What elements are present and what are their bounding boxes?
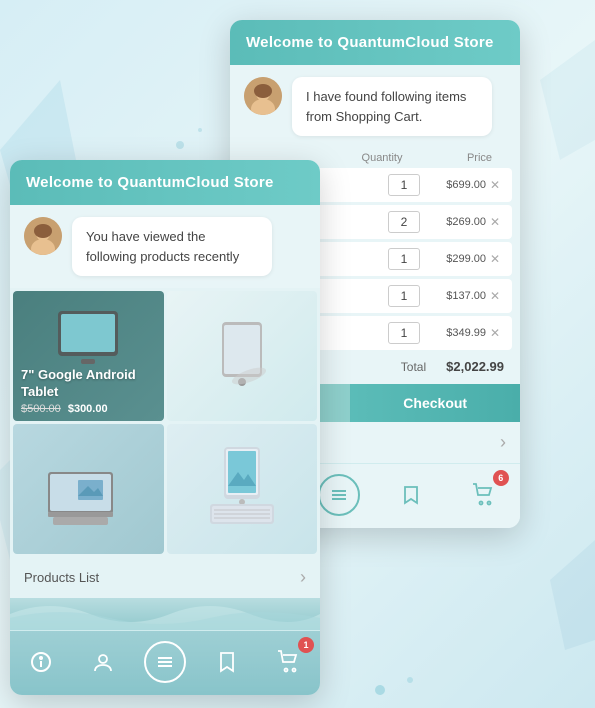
price-header: Price — [422, 152, 492, 164]
chevron-right-icon: › — [500, 432, 506, 453]
menu-nav-icon[interactable] — [318, 474, 360, 516]
total-amount: $2,022.99 — [446, 359, 504, 374]
left-panel-header: Welcome to QuantumCloud Store — [10, 160, 320, 205]
cart-badge-left: 1 — [298, 637, 314, 653]
bookmark-nav-icon[interactable] — [390, 474, 432, 516]
product-card-ipad-air[interactable] — [167, 424, 318, 554]
qty-input[interactable]: 1 — [388, 322, 420, 344]
products-grid: 7" Google AndroidTablet $500.00 $300.00 … — [10, 288, 320, 557]
total-label: Total — [401, 360, 426, 374]
person-nav-icon-left[interactable] — [82, 641, 124, 683]
chat-area-right: I have found following items from Shoppi… — [230, 65, 520, 148]
chat-bubble-right: I have found following items from Shoppi… — [292, 77, 492, 136]
bookmark-nav-icon-left[interactable] — [206, 641, 248, 683]
info-nav-icon[interactable] — [20, 641, 62, 683]
qty-input[interactable]: 1 — [388, 248, 420, 270]
products-list-row[interactable]: Products List › — [10, 557, 320, 598]
avatar-right — [244, 77, 282, 115]
qty-input[interactable]: 2 — [388, 211, 420, 233]
cart-badge: 6 — [493, 470, 509, 486]
remove-btn[interactable]: ✕ — [486, 326, 504, 340]
qty-input[interactable]: 1 — [388, 174, 420, 196]
product-name: 7" Google AndroidTablet — [21, 367, 156, 401]
product-card-surface[interactable] — [13, 424, 164, 554]
qty-input[interactable]: 1 — [388, 285, 420, 307]
left-panel-title: Welcome to QuantumCloud Store — [26, 174, 274, 191]
product-card-android-tablet[interactable]: 7" Google AndroidTablet $500.00 $300.00 … — [13, 291, 164, 421]
recently-viewed-panel: Welcome to QuantumCloud Store You have v… — [10, 160, 320, 695]
products-list-label: Products List — [24, 570, 99, 585]
remove-btn[interactable]: ✕ — [486, 215, 504, 229]
avatar-left — [24, 217, 62, 255]
right-panel-header: Welcome to QuantumCloud Store — [230, 20, 520, 65]
right-panel-title: Welcome to QuantumCloud Store — [246, 34, 494, 51]
qty-header: Quantity — [342, 152, 422, 164]
chat-bubble-left: You have viewed the following products r… — [72, 217, 272, 276]
product-card-ipad[interactable] — [167, 291, 318, 421]
chevron-right-icon: › — [300, 567, 306, 588]
left-panel-nav: 1 — [10, 630, 320, 695]
menu-nav-icon-left[interactable] — [144, 641, 186, 683]
price-old: $500.00 — [21, 403, 61, 415]
remove-btn[interactable]: ✕ — [486, 178, 504, 192]
cart-nav-icon-left[interactable]: 1 — [268, 641, 310, 683]
checkout-button[interactable]: Checkout — [350, 384, 520, 422]
remove-btn[interactable]: ✕ — [486, 252, 504, 266]
cart-nav-icon[interactable]: 6 — [463, 474, 505, 516]
remove-btn[interactable]: ✕ — [486, 289, 504, 303]
wave-decoration — [10, 598, 320, 630]
price-new: $300.00 — [68, 403, 108, 415]
chat-area-left: You have viewed the following products r… — [10, 205, 320, 288]
